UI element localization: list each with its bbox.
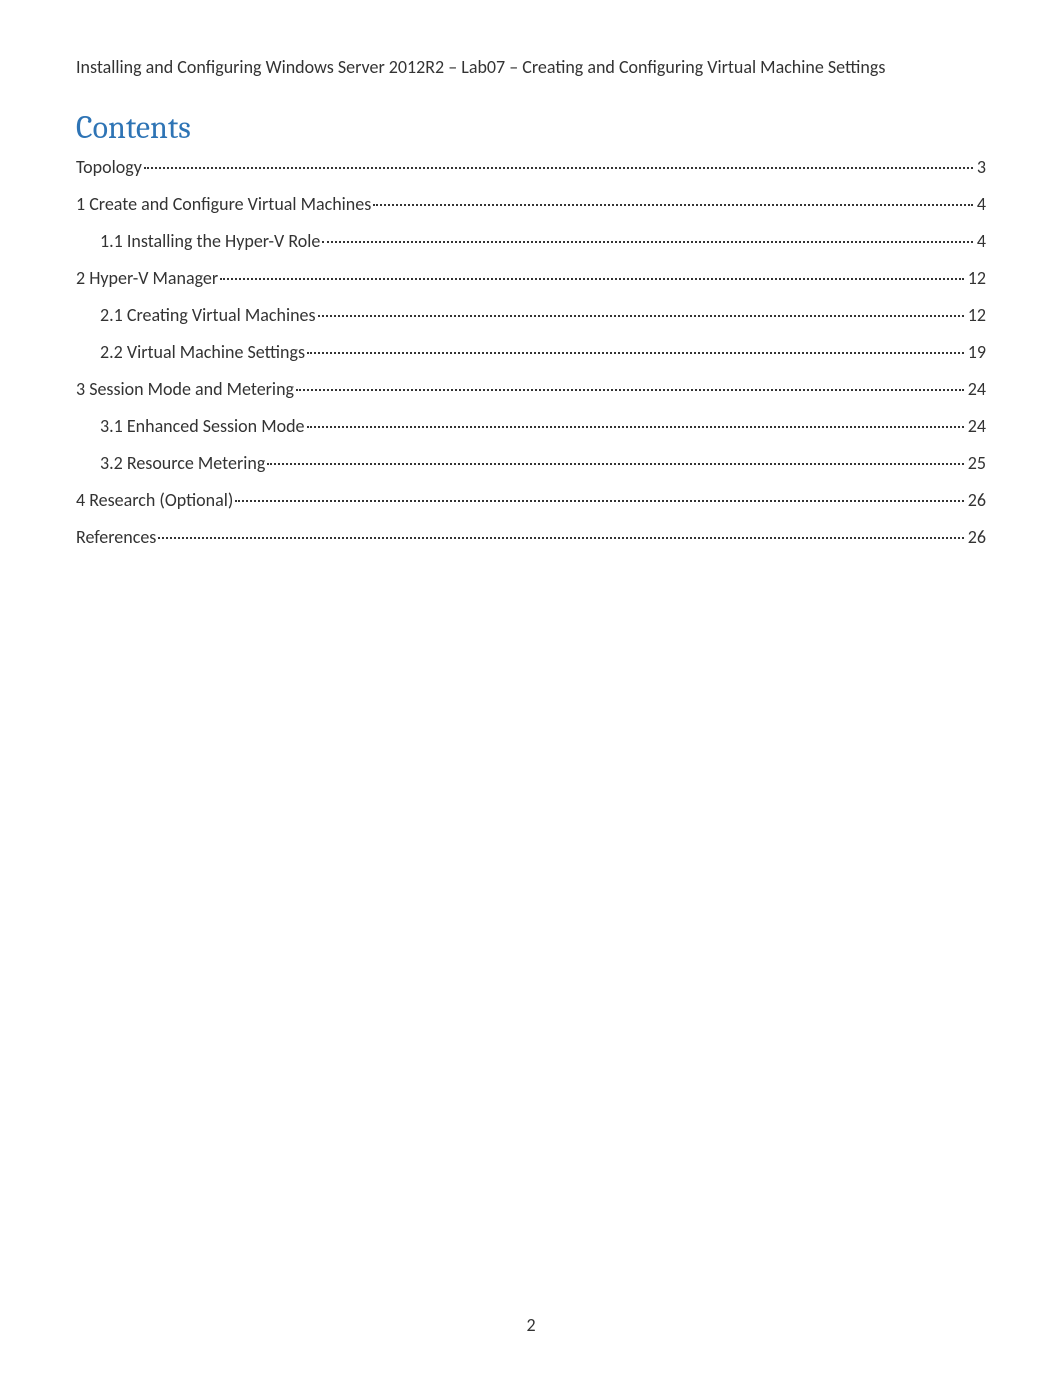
toc-leader-dots — [220, 278, 964, 280]
toc-leader-dots — [144, 167, 973, 169]
document-header: Installing and Configuring Windows Serve… — [76, 54, 986, 81]
toc-leader-dots — [235, 500, 963, 502]
contents-heading: Contents — [76, 109, 986, 146]
toc-leader-dots — [296, 389, 964, 391]
toc-page-number: 4 — [975, 191, 986, 218]
toc-title: 2.1 Creating Virtual Machines — [100, 302, 316, 329]
toc-entry[interactable]: 2 Hyper-V Manager 12 — [76, 265, 986, 292]
toc-leader-dots — [318, 315, 964, 317]
toc-title: 1.1 Installing the Hyper-V Role — [100, 228, 320, 255]
page-number: 2 — [526, 1314, 535, 1336]
toc-page-number: 19 — [966, 339, 986, 366]
toc-page-number: 24 — [966, 413, 986, 440]
toc-leader-dots — [158, 537, 963, 539]
toc-page-number: 3 — [975, 154, 986, 181]
toc-page-number: 24 — [966, 376, 986, 403]
toc-page-number: 12 — [966, 265, 986, 292]
toc-entry[interactable]: 1.1 Installing the Hyper-V Role 4 — [76, 228, 986, 255]
toc-entry[interactable]: 3 Session Mode and Metering 24 — [76, 376, 986, 403]
toc-title: 4 Research (Optional) — [76, 487, 233, 514]
toc-entry[interactable]: 3.1 Enhanced Session Mode 24 — [76, 413, 986, 440]
toc-page-number: 26 — [966, 487, 986, 514]
toc-title: 2 Hyper-V Manager — [76, 265, 218, 292]
toc-entry[interactable]: 4 Research (Optional) 26 — [76, 487, 986, 514]
toc-entry[interactable]: 1 Create and Configure Virtual Machines … — [76, 191, 986, 218]
toc-leader-dots — [373, 204, 973, 206]
toc-title: 2.2 Virtual Machine Settings — [100, 339, 305, 366]
toc-entry[interactable]: 2.1 Creating Virtual Machines 12 — [76, 302, 986, 329]
toc-leader-dots — [322, 241, 973, 243]
toc-leader-dots — [307, 426, 964, 428]
toc-title: 1 Create and Configure Virtual Machines — [76, 191, 371, 218]
toc-title: References — [76, 524, 156, 551]
toc-entry[interactable]: 3.2 Resource Metering 25 — [76, 450, 986, 477]
toc-title: 3.2 Resource Metering — [100, 450, 265, 477]
toc-page-number: 4 — [975, 228, 986, 255]
toc-title: Topology — [76, 154, 142, 181]
toc-entry[interactable]: 2.2 Virtual Machine Settings 19 — [76, 339, 986, 366]
toc-page-number: 25 — [966, 450, 986, 477]
toc-entry[interactable]: Topology 3 — [76, 154, 986, 181]
toc-entry[interactable]: References 26 — [76, 524, 986, 551]
toc-title: 3.1 Enhanced Session Mode — [100, 413, 305, 440]
toc-page-number: 26 — [966, 524, 986, 551]
toc-title: 3 Session Mode and Metering — [76, 376, 294, 403]
toc-leader-dots — [267, 463, 963, 465]
toc-page-number: 12 — [966, 302, 986, 329]
table-of-contents: Topology 3 1 Create and Configure Virtua… — [76, 154, 986, 551]
toc-leader-dots — [307, 352, 964, 354]
